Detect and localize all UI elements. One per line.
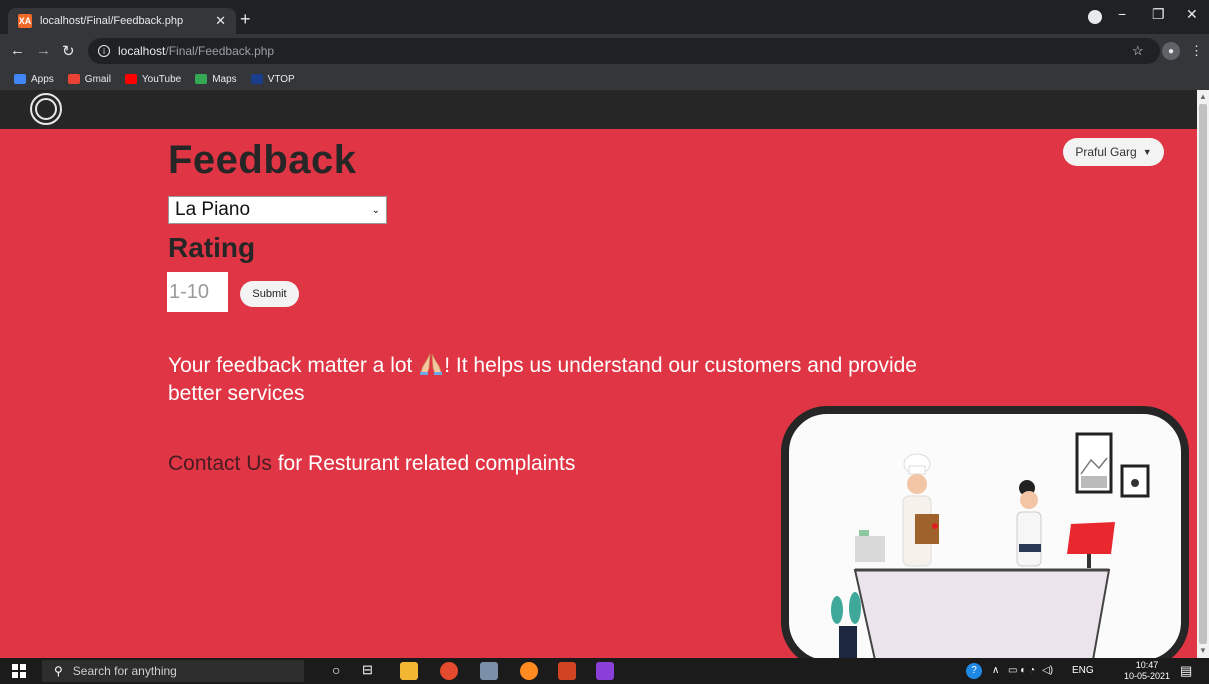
app-icon[interactable] [480, 662, 498, 680]
bookmark-maps[interactable]: Maps [195, 73, 237, 85]
bookmark-youtube[interactable]: YouTube [124, 73, 182, 85]
gmail-icon [67, 74, 80, 84]
notification-icon[interactable]: ▤ [1180, 663, 1192, 679]
bookmark-apps[interactable]: Apps [14, 74, 54, 85]
restaurant-select-value: La Piano [175, 199, 251, 220]
bookmark-label: VTOP [267, 73, 295, 85]
contact-text: for Resturant related complaints [271, 452, 576, 475]
bookmark-label: YouTube [141, 73, 182, 85]
favicon-icon: XA [18, 14, 32, 28]
site-logo-icon[interactable] [30, 93, 62, 125]
language-indicator[interactable]: ENG [1072, 665, 1094, 676]
file-explorer-icon[interactable] [400, 662, 418, 680]
apps-grid-icon [14, 74, 26, 84]
rating-heading: Rating [168, 232, 256, 263]
menu-icon[interactable]: ⋮ [1190, 43, 1203, 59]
vtop-icon [250, 74, 263, 84]
user-name: Praful Garg [1075, 145, 1137, 159]
chrome-icon[interactable] [440, 662, 458, 680]
url-path: /Final/Feedback.php [165, 44, 275, 58]
feedback-message: Your feedback matter a lot ! It helps us… [168, 352, 968, 408]
taskbar-search[interactable]: ⚲ Search for anything [42, 660, 304, 682]
scroll-down-icon[interactable]: ▼ [1199, 646, 1207, 655]
feedback-page: Praful Garg ▼ Feedback La Piano ⌄ Rating… [0, 90, 1197, 658]
cortana-icon[interactable]: ○ [332, 662, 340, 678]
scroll-thumb[interactable] [1199, 104, 1207, 644]
chevron-up-icon[interactable]: ∧ [992, 665, 999, 676]
monitor-icon [1067, 522, 1115, 554]
folded-hands-icon [420, 353, 443, 375]
maps-icon [195, 74, 208, 84]
star-icon[interactable]: ☆ [1132, 43, 1144, 59]
takeout-bag-icon [915, 514, 939, 544]
bookmark-label: Maps [212, 73, 237, 85]
close-window-icon[interactable]: ✕ [1186, 6, 1198, 23]
tray-icons[interactable]: ▭ ◐ ◔ [1008, 665, 1035, 676]
help-icon[interactable]: ? [966, 663, 982, 679]
search-icon: ⚲ [54, 664, 63, 678]
address-bar[interactable]: i localhost /Final/Feedback.php [88, 38, 1160, 64]
windows-start-icon[interactable] [12, 664, 26, 678]
restaurant-select[interactable]: La Piano ⌄ [168, 196, 387, 224]
restaurant-illustration [781, 406, 1189, 658]
youtube-icon [124, 74, 137, 84]
clock-time: 10:47 [1135, 660, 1159, 670]
bookmark-label: Apps [31, 73, 54, 85]
bookmarks-bar: Apps Gmail YouTube Maps VTOP [0, 68, 1209, 90]
rating-input[interactable]: 1-10 [167, 272, 228, 312]
reload-icon[interactable]: ↻ [62, 42, 75, 60]
restore-icon[interactable]: ❐ [1152, 6, 1165, 23]
task-view-icon[interactable]: ⊟ [362, 662, 373, 678]
browser-toolbar: ← → ↻ i localhost /Final/Feedback.php ☆ … [0, 34, 1209, 68]
counter-desk [853, 569, 1111, 658]
page-scrollbar[interactable]: ▲ ▼ [1197, 90, 1209, 658]
illustration-svg [831, 432, 1150, 658]
volume-icon[interactable]: ◁) [1042, 665, 1053, 676]
browser-tab[interactable]: XA localhost/Final/Feedback.php ✕ [8, 8, 236, 34]
url-host: localhost [118, 44, 166, 58]
app-c-icon[interactable] [596, 662, 614, 680]
bookmark-label: Gmail [84, 73, 111, 85]
forward-icon[interactable]: → [36, 42, 51, 59]
close-icon[interactable]: ✕ [215, 13, 226, 29]
contact-line: Contact Us for Resturant related complai… [168, 452, 575, 476]
site-navbar [0, 90, 1197, 129]
submit-button[interactable]: Submit [240, 281, 299, 307]
minimize-icon[interactable]: − [1118, 6, 1126, 22]
bookmark-vtop[interactable]: VTOP [250, 73, 295, 85]
tab-title: localhost/Final/Feedback.php [40, 15, 184, 27]
chevron-down-icon: ⌄ [371, 204, 380, 216]
clock-date: 10-05-2021 [1124, 671, 1171, 681]
scroll-up-icon[interactable]: ▲ [1199, 92, 1207, 101]
plant-pot-icon [839, 626, 857, 658]
new-tab-icon[interactable]: + [240, 10, 251, 28]
firefox-icon[interactable] [520, 662, 538, 680]
user-menu-button[interactable]: Praful Garg ▼ [1063, 138, 1164, 166]
page-title: Feedback [168, 138, 357, 182]
rating-placeholder: 1-10 [169, 280, 210, 303]
taskbar-search-placeholder: Search for anything [72, 664, 177, 678]
account-icon[interactable]: ● [1162, 42, 1180, 60]
message-text-start: Your feedback matter a lot [168, 354, 419, 377]
profile-icon[interactable] [1088, 10, 1102, 24]
caret-down-icon: ▼ [1142, 147, 1152, 157]
browser-tabstrip: XA localhost/Final/Feedback.php ✕ + − ❐ … [0, 0, 1209, 34]
back-icon[interactable]: ← [10, 42, 25, 59]
powerpoint-icon[interactable] [558, 662, 576, 680]
info-icon[interactable]: i [98, 45, 110, 57]
windows-taskbar: ⚲ Search for anything ○ ⊟ ? ∧ ▭ ◐ ◔ ◁) E… [0, 658, 1209, 684]
taskbar-clock[interactable]: 10:47 10-05-2021 [1124, 660, 1170, 682]
bookmark-gmail[interactable]: Gmail [67, 73, 111, 85]
contact-us-link[interactable]: Contact Us [168, 452, 272, 475]
logo-ring [35, 98, 57, 120]
